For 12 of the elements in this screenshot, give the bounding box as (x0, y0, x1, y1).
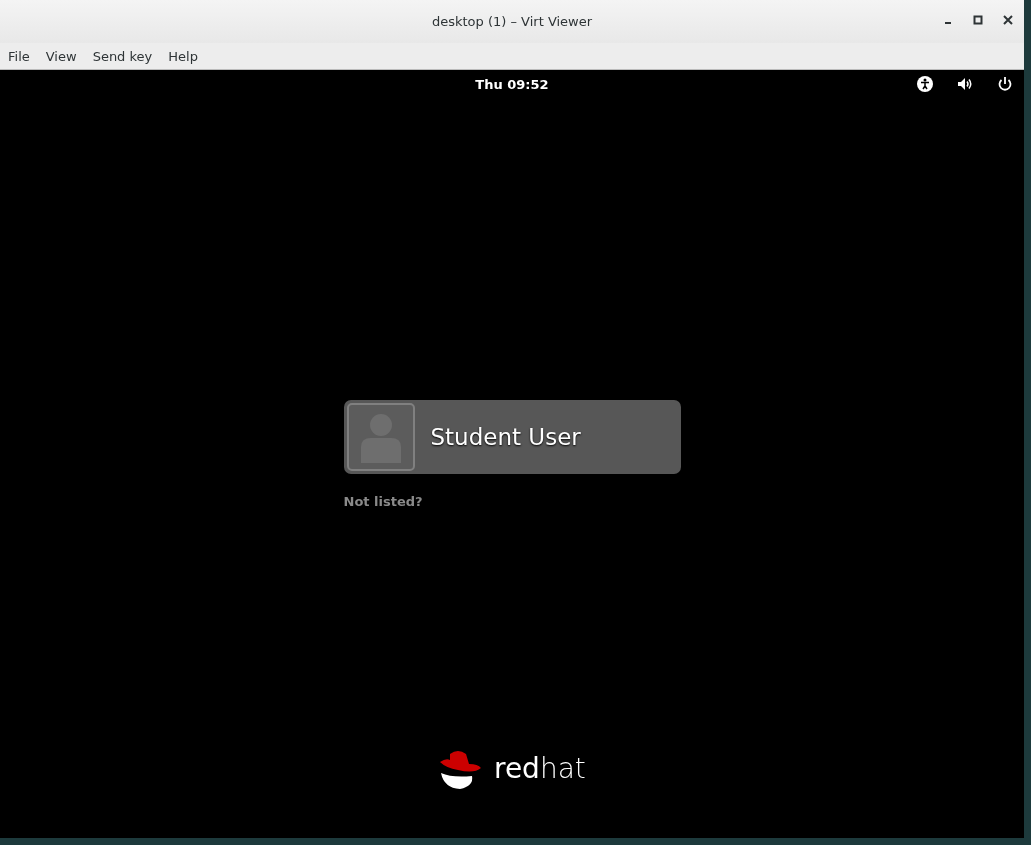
power-icon[interactable] (996, 75, 1014, 93)
menu-item[interactable]: Help (162, 46, 204, 66)
menu-item[interactable]: View (39, 46, 83, 66)
accessibility-icon[interactable] (916, 75, 934, 93)
menu-item[interactable]: Send key (86, 46, 159, 66)
menu-item[interactable]: File (2, 46, 36, 66)
clock[interactable]: Thu 09:52 (475, 76, 549, 92)
user-entry[interactable]: Student User (343, 400, 681, 474)
logo-text: redhat (494, 751, 586, 785)
avatar-icon (346, 403, 415, 471)
window-title: desktop (1) – Virt Viewer (431, 14, 593, 29)
not-listed-link[interactable]: Not listed? (343, 494, 423, 509)
